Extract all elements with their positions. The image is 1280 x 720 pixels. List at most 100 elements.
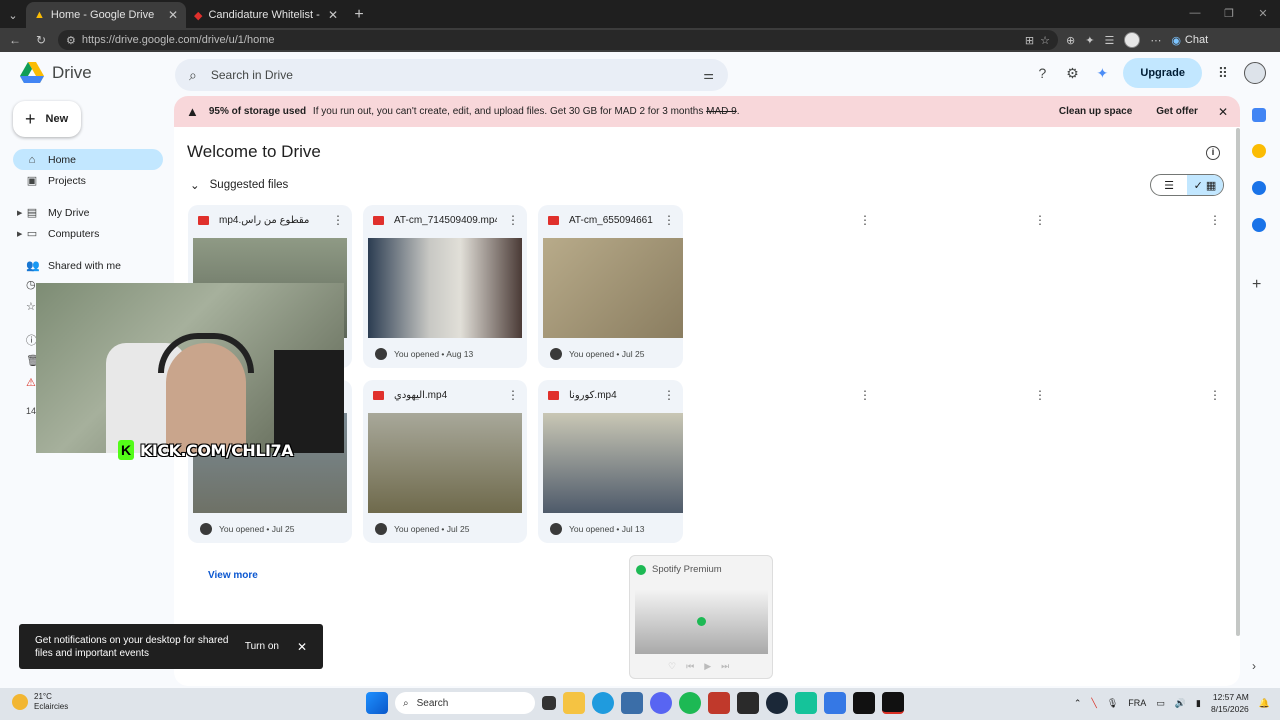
previous-icon[interactable]: ⏮ bbox=[686, 661, 694, 672]
view-toggle[interactable]: ☰ ✓ ▦ bbox=[1150, 174, 1224, 196]
file-explorer-icon[interactable] bbox=[563, 692, 585, 714]
more-actions-icon[interactable]: ⋮ bbox=[332, 213, 344, 227]
tray-app-icon[interactable]: ╲ bbox=[1091, 698, 1096, 709]
info-icon[interactable]: i bbox=[1206, 146, 1220, 160]
copilot-chat-button[interactable]: ◉ Chat bbox=[1171, 34, 1208, 47]
sidebar-item-projects[interactable]: ▣ Projects bbox=[13, 170, 163, 191]
more-actions-icon[interactable]: ⋮ bbox=[1209, 213, 1221, 227]
sidebar-item-shared[interactable]: 👥 Shared with me bbox=[13, 255, 163, 276]
store-icon[interactable] bbox=[621, 692, 643, 714]
epic-games-icon[interactable] bbox=[737, 692, 759, 714]
app-icon[interactable] bbox=[795, 692, 817, 714]
tray-chevron-icon[interactable]: ⌃ bbox=[1074, 698, 1082, 709]
file-card[interactable]: اليهودي.mp4 ⋮ You opened • Jul 25 bbox=[363, 380, 527, 543]
favorites-icon[interactable]: ☰ bbox=[1104, 34, 1114, 47]
minimize-icon[interactable]: — bbox=[1178, 0, 1212, 26]
battery-icon[interactable]: ▮ bbox=[1196, 698, 1201, 709]
add-ons-plus-icon[interactable]: + bbox=[1252, 277, 1266, 293]
obs-icon[interactable] bbox=[853, 692, 875, 714]
extension-icon[interactable]: ⊕ bbox=[1066, 34, 1075, 47]
suggested-files-header[interactable]: ⌄ Suggested files bbox=[190, 178, 288, 192]
windows-start-icon[interactable] bbox=[366, 692, 388, 714]
volume-icon[interactable]: 🔊 bbox=[1175, 698, 1186, 709]
expand-caret-icon[interactable]: ▶ bbox=[17, 230, 22, 238]
keep-icon[interactable] bbox=[1252, 144, 1266, 158]
list-view-icon[interactable]: ☰ bbox=[1151, 175, 1187, 195]
more-actions-icon[interactable]: ⋮ bbox=[859, 388, 871, 402]
apps-grid-icon[interactable]: ⠿ bbox=[1214, 64, 1232, 82]
notifications-icon[interactable]: 🔔 bbox=[1259, 698, 1270, 709]
scrollbar[interactable] bbox=[1236, 128, 1240, 636]
app-icon[interactable] bbox=[824, 692, 846, 714]
hide-panel-chevron-icon[interactable]: › bbox=[1252, 659, 1266, 673]
omnibox[interactable]: ⚙ https://drive.google.com/drive/u/1/hom… bbox=[58, 30, 1058, 50]
like-icon[interactable]: ♡ bbox=[668, 661, 676, 672]
drive-logo[interactable]: Drive bbox=[20, 62, 92, 84]
weather-widget[interactable]: 21°C Eclaircies bbox=[12, 692, 68, 712]
microphone-icon[interactable]: 🎙 bbox=[1107, 698, 1118, 709]
new-tab-button[interactable]: + bbox=[346, 2, 372, 28]
get-offer-button[interactable]: Get offer bbox=[1156, 106, 1198, 117]
spotify-miniplayer[interactable]: Spotify Premium ♡ ⏮ ▶ ⏭ bbox=[629, 555, 773, 679]
language-indicator[interactable]: FRA bbox=[1128, 698, 1146, 708]
grid-view-icon[interactable]: ✓ ▦ bbox=[1187, 175, 1223, 195]
play-icon[interactable]: ▶ bbox=[704, 661, 711, 672]
search-options-icon[interactable]: ⚌ bbox=[703, 68, 714, 82]
tab-close-icon[interactable]: ✕ bbox=[168, 8, 178, 22]
tasks-icon[interactable] bbox=[1252, 181, 1266, 195]
app-icon[interactable] bbox=[708, 692, 730, 714]
clean-up-button[interactable]: Clean up space bbox=[1059, 106, 1132, 117]
app-icon[interactable] bbox=[882, 692, 904, 714]
more-actions-icon[interactable]: ⋮ bbox=[1034, 213, 1046, 227]
install-icon[interactable]: ⊞ bbox=[1025, 34, 1034, 47]
tab-candidature[interactable]: ◆ Candidature Whitelist - Bobony Ro ✕ bbox=[186, 2, 346, 28]
maximize-icon[interactable]: ❐ bbox=[1212, 0, 1246, 26]
search-input[interactable]: ⌕ Search in Drive ⚌ bbox=[175, 59, 728, 91]
next-icon[interactable]: ⏭ bbox=[721, 661, 729, 672]
file-card[interactable]: AT-cm_714509409.mp4 ⋮ You opened • Aug 1… bbox=[363, 205, 527, 368]
task-view-icon[interactable] bbox=[542, 696, 556, 710]
sidebar-item-computers[interactable]: ▶ ▭ Computers bbox=[13, 223, 163, 244]
expand-caret-icon[interactable]: ▶ bbox=[17, 209, 22, 217]
tab-search-icon[interactable]: ⌄ bbox=[0, 2, 26, 28]
file-card[interactable]: كورونا.mp4 ⋮ You opened • Jul 13 bbox=[538, 380, 683, 543]
banner-close-icon[interactable]: ✕ bbox=[1218, 105, 1228, 119]
upgrade-button[interactable]: Upgrade bbox=[1123, 58, 1202, 88]
more-actions-icon[interactable]: ⋮ bbox=[1209, 388, 1221, 402]
extensions-puzzle-icon[interactable]: ✦ bbox=[1085, 34, 1094, 47]
close-window-icon[interactable]: ✕ bbox=[1246, 0, 1280, 26]
sidebar-item-home[interactable]: ⌂ Home bbox=[13, 149, 163, 170]
contacts-icon[interactable] bbox=[1252, 218, 1266, 232]
clock[interactable]: 12:57 AM 8/15/2026 bbox=[1211, 691, 1249, 715]
tab-drive[interactable]: ▲ Home - Google Drive ✕ bbox=[26, 2, 186, 28]
calendar-icon[interactable] bbox=[1252, 108, 1266, 122]
more-actions-icon[interactable]: ⋮ bbox=[663, 388, 675, 402]
file-card[interactable]: AT-cm_655094661.mp4 ⋮ You opened • Jul 2… bbox=[538, 205, 683, 368]
tab-close-icon[interactable]: ✕ bbox=[328, 8, 338, 22]
reload-icon[interactable]: ↻ bbox=[32, 33, 50, 47]
more-actions-icon[interactable]: ⋮ bbox=[507, 213, 519, 227]
discord-icon[interactable] bbox=[650, 692, 672, 714]
more-actions-icon[interactable]: ⋮ bbox=[663, 213, 675, 227]
taskbar-search[interactable]: ⌕ Search bbox=[395, 692, 535, 714]
more-actions-icon[interactable]: ⋮ bbox=[507, 388, 519, 402]
network-icon[interactable]: ▭ bbox=[1156, 698, 1165, 709]
view-more-link[interactable]: View more bbox=[208, 570, 258, 581]
settings-gear-icon[interactable]: ⚙ bbox=[1063, 64, 1081, 82]
edge-icon[interactable] bbox=[592, 692, 614, 714]
bookmark-star-icon[interactable]: ☆ bbox=[1040, 34, 1050, 47]
steam-icon[interactable] bbox=[766, 692, 788, 714]
gemini-icon[interactable]: ✦ bbox=[1093, 64, 1111, 82]
help-icon[interactable]: ? bbox=[1033, 64, 1051, 82]
profile-avatar[interactable] bbox=[1124, 32, 1141, 48]
toast-close-icon[interactable]: ✕ bbox=[297, 640, 307, 654]
new-button[interactable]: + New bbox=[13, 101, 81, 137]
search-icon[interactable]: ⌕ bbox=[189, 67, 197, 84]
more-actions-icon[interactable]: ⋮ bbox=[859, 213, 871, 227]
back-icon[interactable]: ← bbox=[6, 33, 24, 47]
sidebar-item-my-drive[interactable]: ▶ ▤ My Drive bbox=[13, 202, 163, 223]
account-avatar[interactable] bbox=[1244, 62, 1266, 84]
more-actions-icon[interactable]: ⋮ bbox=[1034, 388, 1046, 402]
site-info-icon[interactable]: ⚙ bbox=[66, 34, 76, 47]
spotify-taskbar-icon[interactable] bbox=[679, 692, 701, 714]
